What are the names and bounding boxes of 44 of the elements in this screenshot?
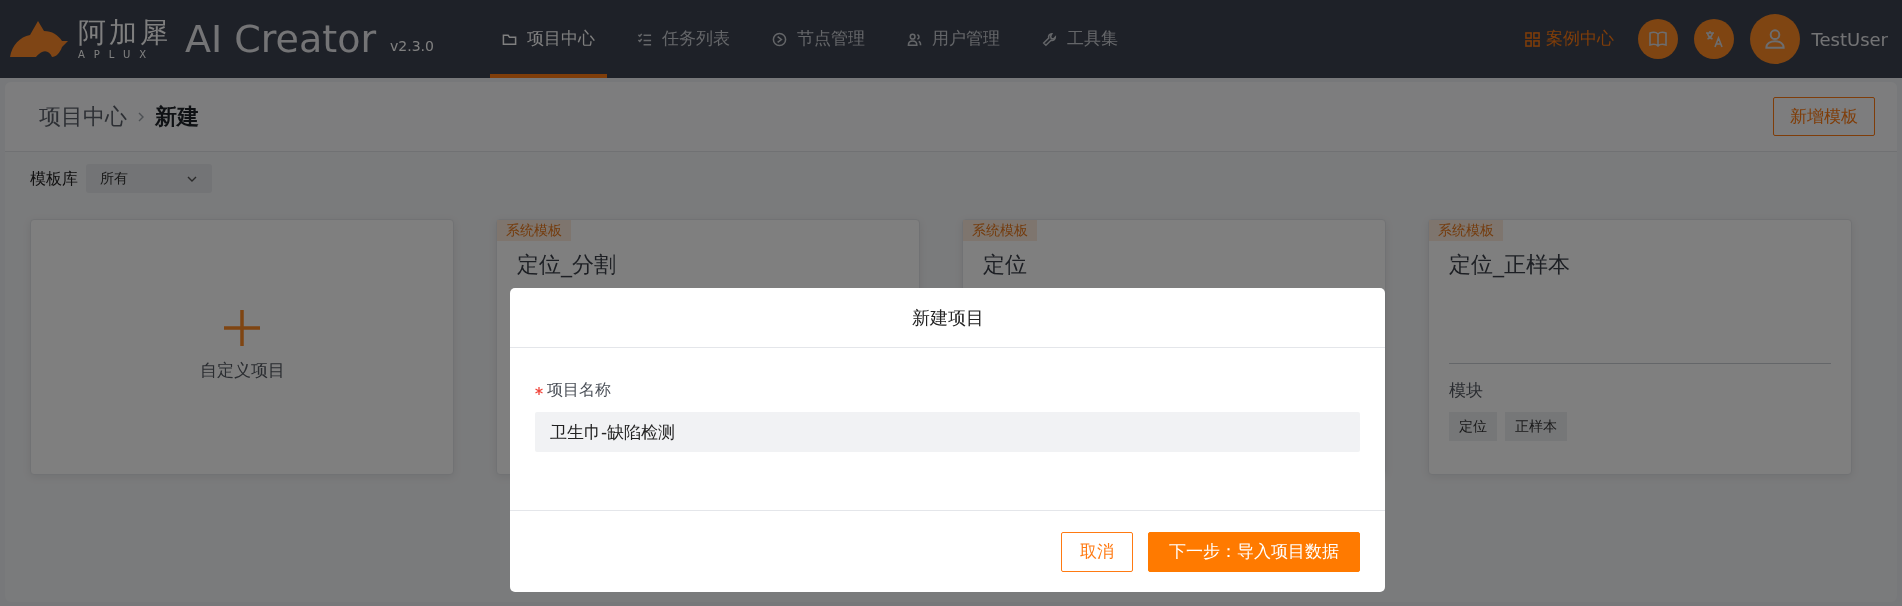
brand-subtitle: APLUX <box>78 49 157 60</box>
template-library-select[interactable]: 所有 <box>86 164 212 193</box>
nav-tab[interactable]: 工具集 <box>1029 0 1130 78</box>
brand-name: 阿加犀 <box>78 18 171 47</box>
user-avatar[interactable] <box>1749 14 1800 64</box>
user-name: TestUser <box>1811 27 1888 52</box>
product-name: AI Creator <box>185 15 377 63</box>
template-badge: 系统模板 <box>1429 220 1503 241</box>
book-icon <box>1647 29 1668 49</box>
card-title: 定位_分割 <box>517 251 617 280</box>
filter-label: 模板库 <box>30 167 78 190</box>
nav-tab[interactable]: 节点管理 <box>759 0 877 78</box>
project-name-field[interactable]: 卫生巾-缺陷检测 <box>535 412 1360 452</box>
breadcrumb-item[interactable]: 项目中心 <box>39 100 127 133</box>
translate-icon <box>1703 29 1724 49</box>
next-button[interactable]: 下一步：导入项目数据 <box>1148 531 1360 572</box>
checklist-icon <box>636 31 652 47</box>
node-icon <box>771 31 787 47</box>
card-title: 定位 <box>983 251 1028 279</box>
nav-tab[interactable]: 项目中心 <box>489 0 607 78</box>
module-tag: 正样本 <box>1505 411 1567 441</box>
card-title: 定位_正样本 <box>1449 251 1571 280</box>
module-label: 模块 <box>1449 379 1484 402</box>
card-label: 自定义项目 <box>199 359 285 383</box>
language-button[interactable] <box>1693 19 1734 59</box>
dialog-title: 新建项目 <box>911 306 984 330</box>
template-card[interactable]: 系统模板 定位_正样本 模块 定位 正样本 <box>1428 219 1852 475</box>
nav-tab[interactable]: 任务列表 <box>624 0 742 78</box>
template-badge: 系统模板 <box>497 220 571 241</box>
field-label: 项目名称 <box>535 378 1360 402</box>
template-badge: 系统模板 <box>963 220 1037 241</box>
wrench-icon <box>1041 31 1057 47</box>
nav-tab[interactable]: 用户管理 <box>894 0 1012 78</box>
plus-icon <box>224 310 260 347</box>
cancel-button[interactable]: 取消 <box>1061 531 1133 572</box>
add-template-button[interactable]: 新增模板 <box>1773 96 1875 137</box>
module-tag: 定位 <box>1449 411 1497 441</box>
users-icon <box>906 31 922 47</box>
grid-icon <box>1524 31 1540 47</box>
case-center-link[interactable]: 案例中心 <box>1524 26 1614 52</box>
breadcrumb-item: 新建 <box>155 103 199 131</box>
version-label: v2.3.0 <box>390 36 434 56</box>
custom-project-card[interactable]: 自定义项目 <box>30 219 454 475</box>
docs-button[interactable] <box>1637 19 1678 59</box>
